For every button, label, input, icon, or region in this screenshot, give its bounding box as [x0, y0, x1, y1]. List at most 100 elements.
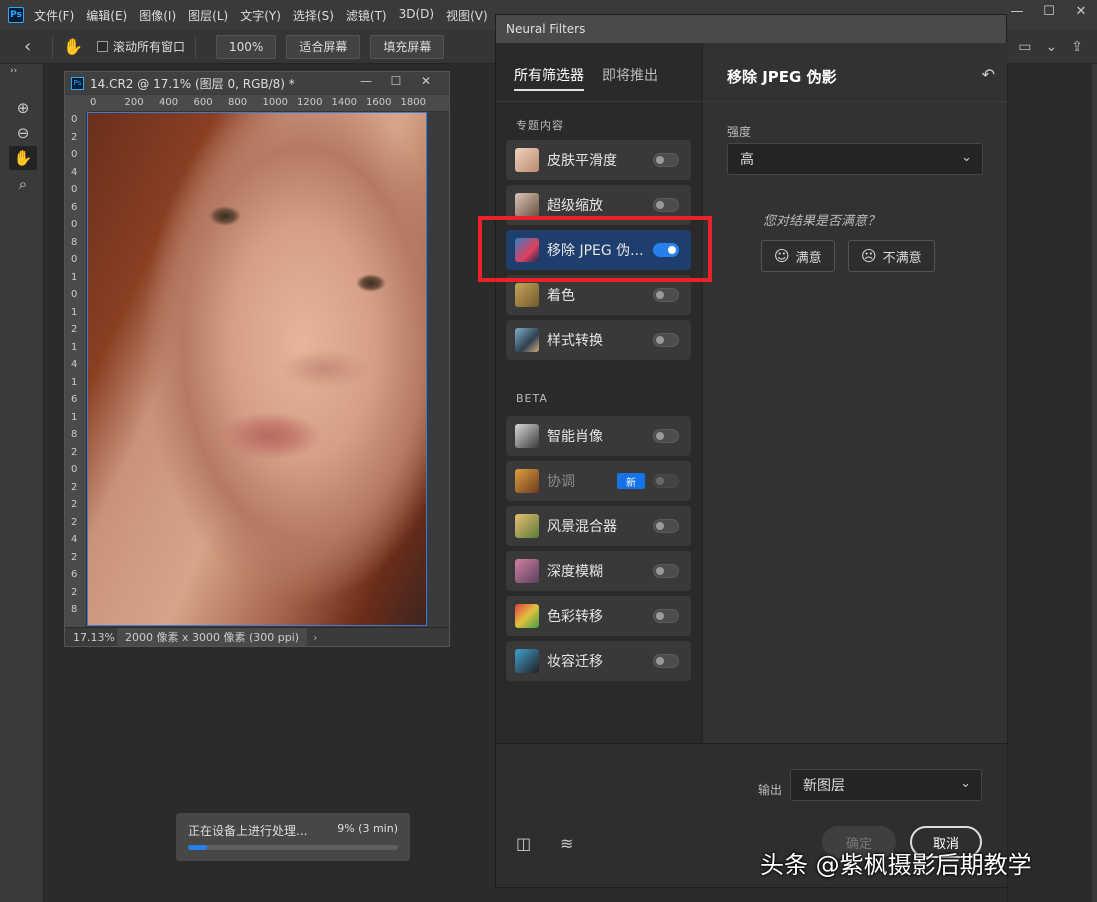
menu-item[interactable]: 编辑(E) [86, 7, 127, 24]
document-canvas-photo[interactable] [87, 112, 427, 626]
menu-item[interactable]: 文字(Y) [240, 7, 281, 24]
document-status-bar: 17.13% 2000 像素 x 3000 像素 (300 ppi) › [65, 627, 449, 646]
document-maximize-button[interactable]: ☐ [381, 74, 411, 88]
ruler-corner[interactable] [65, 95, 87, 112]
filter-toggle[interactable] [653, 288, 679, 302]
right-scrollbar[interactable] [1092, 64, 1097, 902]
filter-row[interactable]: 色彩转移 [506, 596, 691, 636]
ruler-tick-label: 4 [71, 359, 78, 370]
maximize-button[interactable]: ☐ [1033, 0, 1065, 22]
tools-panel: ›› ⊕ ⊖ ✋ ⌕ [0, 64, 44, 902]
share-icon[interactable]: ⇪ [1071, 39, 1083, 55]
workspace-icon[interactable]: ▭ [1018, 39, 1031, 55]
toggle-knob [656, 477, 664, 485]
back-arrow-icon[interactable]: ‹ [24, 36, 42, 57]
filter-toggle[interactable] [653, 198, 679, 212]
menu-item[interactable]: 3D(D) [399, 7, 434, 24]
collapse-toolbar-icon[interactable]: ›› [10, 66, 17, 76]
satisfied-button[interactable]: ☺ 满意 [761, 240, 835, 272]
document-minimize-button[interactable]: — [351, 74, 381, 88]
filter-label: 深度模糊 [547, 564, 603, 580]
hand-tool-icon[interactable]: ✋ [63, 37, 91, 56]
processing-toast: 正在设备上进行处理... 9% (3 min) [176, 813, 410, 861]
chevron-right-icon[interactable]: › [313, 631, 317, 644]
filter-label: 超级缩放 [547, 198, 603, 214]
compare-view-icon[interactable]: ◫ [516, 834, 531, 853]
filter-toggle[interactable] [653, 609, 679, 623]
filter-toggle[interactable] [653, 153, 679, 167]
output-label: 输出 [758, 783, 783, 797]
close-button[interactable]: ✕ [1065, 0, 1097, 22]
toggle-knob [656, 432, 664, 440]
strength-dropdown[interactable]: 高 ⌄ [727, 143, 983, 175]
menu-item[interactable]: 文件(F) [34, 7, 74, 24]
filter-toggle[interactable] [653, 654, 679, 668]
ruler-tick-label: 2 [71, 516, 78, 528]
document-close-button[interactable]: ✕ [411, 74, 441, 88]
zoom-out-icon[interactable]: ⊖ [9, 121, 37, 145]
ruler-tick-label: 6 [71, 569, 78, 580]
toggle-knob [656, 336, 664, 344]
vertical-ruler[interactable]: 0 2 0 4 0 6 0 8 0 1 0 1 2 1 4 1 6 1 8 2 0 2 2 2 4 2 6 2 8 [65, 112, 87, 627]
zoom-level[interactable]: 17.13% [65, 631, 115, 644]
fill-screen-button[interactable]: 填充屏幕 [370, 34, 445, 59]
filter-toggle[interactable] [653, 429, 679, 443]
separator [195, 35, 197, 58]
divider [496, 101, 702, 102]
reset-icon[interactable]: ↶ [982, 65, 995, 84]
watermark-text: 头条 @紫枫摄影后期教学 [760, 851, 1032, 879]
neural-filters-panel: Neural Filters 所有筛选器 即将推出 专题内容 皮肤平滑度 超级缩放… [495, 14, 1008, 888]
filter-row[interactable]: 样式转换 [506, 320, 691, 360]
filter-toggle[interactable] [653, 564, 679, 578]
chevron-down-icon: ⌄ [960, 776, 971, 791]
neural-filters-titlebar[interactable]: Neural Filters [496, 15, 1006, 43]
checkbox-box[interactable] [97, 41, 108, 52]
hand-icon[interactable]: ✋ [9, 146, 37, 170]
toggle-knob [656, 657, 664, 665]
document-title: 14.CR2 @ 17.1% (图层 0, RGB/8) * [90, 76, 295, 91]
ruler-tick-label: 800 [228, 97, 248, 108]
chevron-down-icon: ⌄ [961, 150, 972, 165]
highlight-annotation [478, 216, 712, 282]
menu-item[interactable]: 图像(I) [139, 7, 176, 24]
ruler-tick-label: 8 [71, 429, 78, 440]
fit-screen-button[interactable]: 适合屏幕 [286, 34, 361, 59]
zoom-tool-icon[interactable]: ⌕ [9, 172, 37, 196]
document-info[interactable]: 2000 像素 x 3000 像素 (300 ppi) [117, 628, 308, 646]
active-tab-underline [514, 89, 584, 91]
progress-fill [188, 845, 207, 850]
output-dropdown[interactable]: 新图层 ⌄ [790, 769, 982, 801]
filter-row[interactable]: 深度模糊 [506, 551, 691, 591]
ruler-tick-label: 2 [71, 499, 78, 510]
filter-toggle[interactable] [653, 474, 679, 488]
horizontal-ruler[interactable]: 0 200 400 600 800 1000 1200 1400 1600 1800 [87, 95, 449, 112]
ruler-tick-label: 1 [71, 306, 78, 318]
unsatisfied-button[interactable]: ☹ 不满意 [848, 240, 935, 272]
menu-item[interactable]: 滤镜(T) [346, 7, 387, 24]
ruler-tick-label: 0 [71, 184, 78, 195]
menu-item[interactable]: 视图(V) [446, 7, 488, 24]
filter-row[interactable]: 协调 新 [506, 461, 691, 501]
ruler-tick-label: 4 [71, 166, 78, 178]
scroll-all-windows-checkbox[interactable]: 滚动所有窗口 [97, 38, 185, 55]
document-titlebar[interactable]: Ps 14.CR2 @ 17.1% (图层 0, RGB/8) * — ☐ ✕ [65, 72, 449, 94]
filter-row[interactable]: 智能肖像 [506, 416, 691, 456]
zoom-100-button[interactable]: 100% [216, 34, 277, 59]
strength-label: 强度 [727, 125, 752, 139]
layers-icon[interactable]: ≋ [560, 834, 573, 853]
menu-item[interactable]: 选择(S) [293, 7, 334, 24]
tab-all-filters[interactable]: 所有筛选器 [514, 65, 584, 85]
filter-row[interactable]: 妆容迁移 [506, 641, 691, 681]
toggle-knob [656, 567, 664, 575]
filter-toggle[interactable] [653, 333, 679, 347]
ruler-tick-label: 1 [71, 411, 78, 423]
ruler-tick-label: 0 [71, 219, 78, 230]
tab-coming-soon[interactable]: 即将推出 [602, 65, 658, 85]
zoom-in-icon[interactable]: ⊕ [9, 96, 37, 120]
filter-row[interactable]: 皮肤平滑度 [506, 140, 691, 180]
filter-row[interactable]: 风景混合器 [506, 506, 691, 546]
filter-toggle[interactable] [653, 519, 679, 533]
menu-item[interactable]: 图层(L) [188, 7, 228, 24]
beta-section-label: BETA [516, 392, 548, 405]
chevron-down-icon[interactable]: ⌄ [1046, 39, 1058, 55]
